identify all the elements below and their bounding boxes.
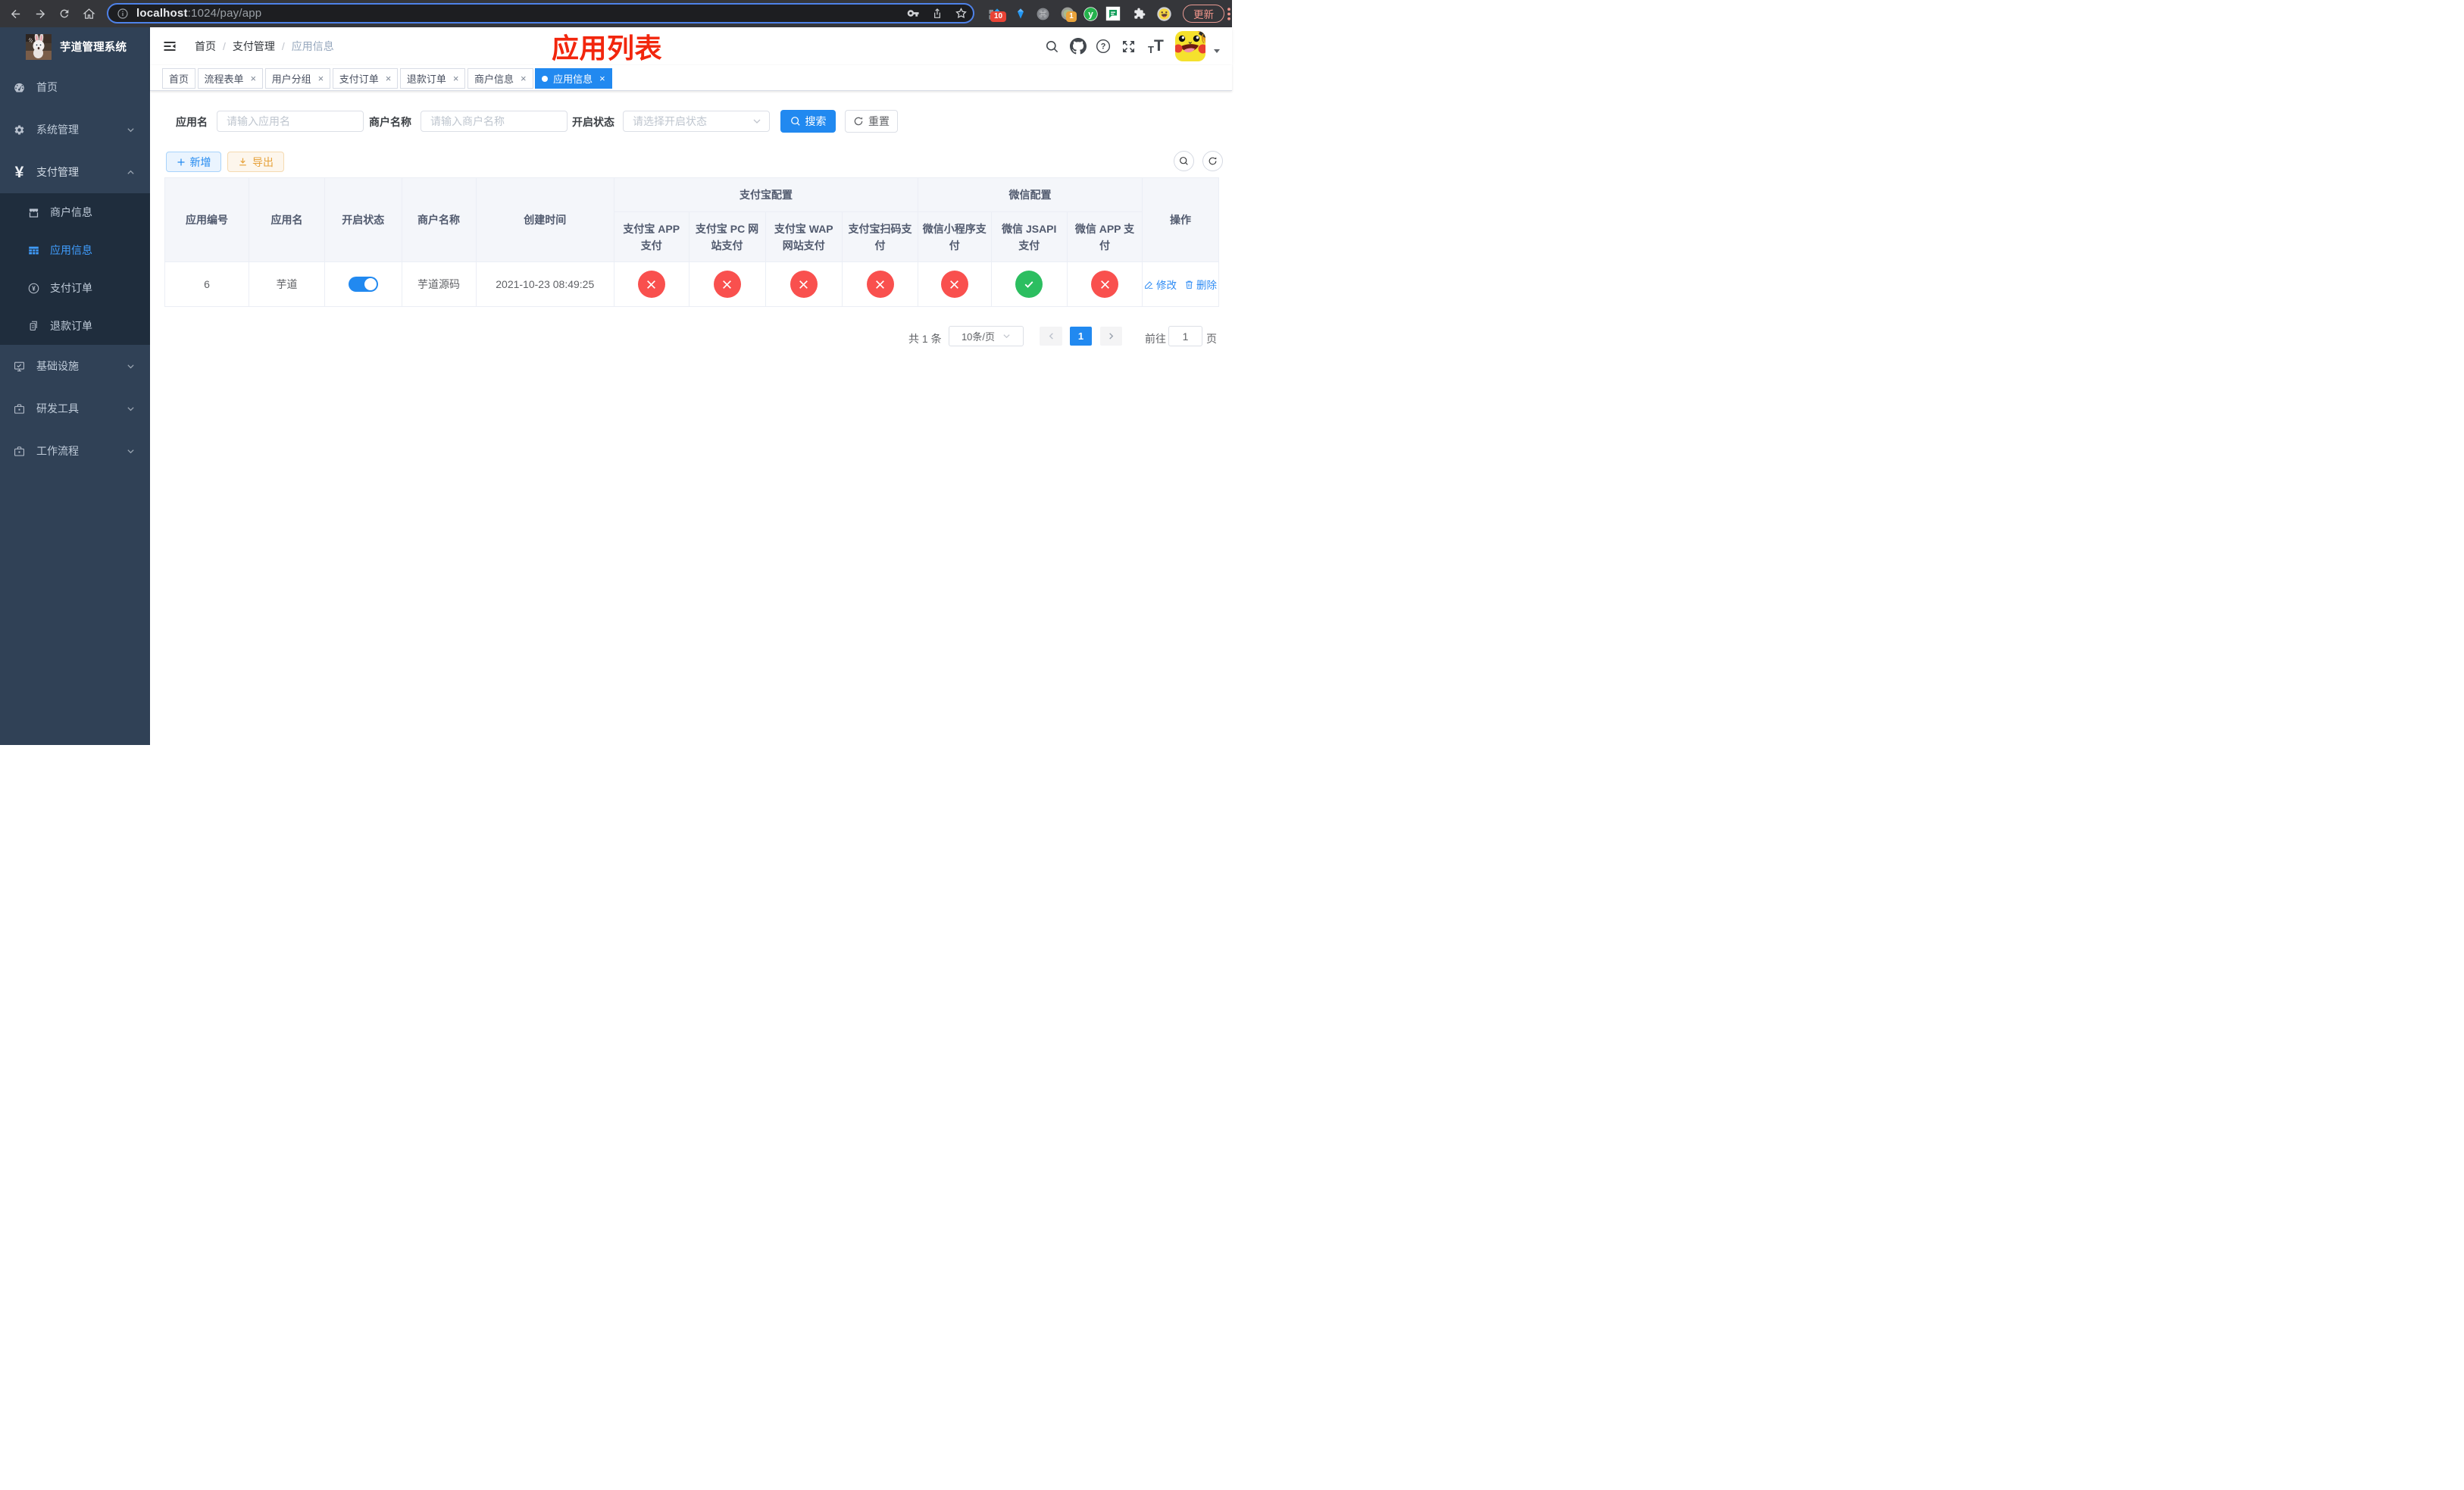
svg-text:⌘: ⌘ xyxy=(1039,10,1046,18)
svg-text:y: y xyxy=(1088,8,1093,19)
svg-text:?: ? xyxy=(1101,42,1106,52)
svg-text:¥: ¥ xyxy=(32,285,36,292)
